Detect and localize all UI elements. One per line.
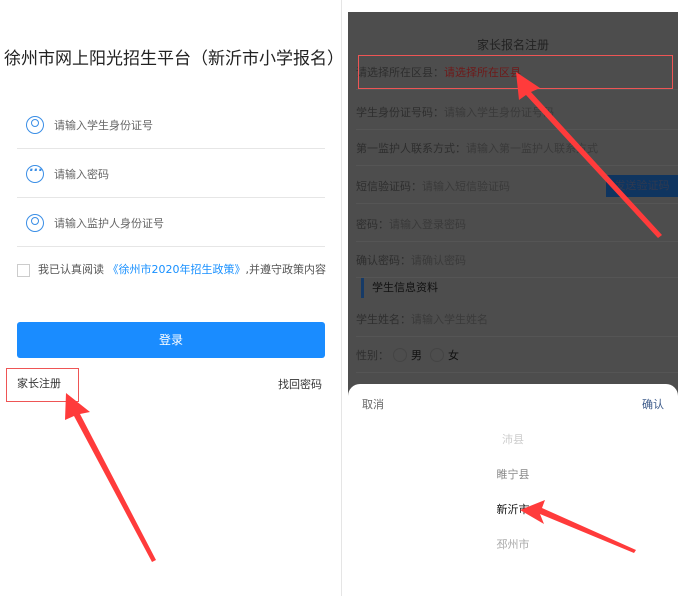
- confirm-password-field[interactable]: 确认密码： 请确认密码: [356, 242, 678, 278]
- policy-link[interactable]: 《徐州市2020年招生政策》: [108, 263, 246, 276]
- register-title: 家长报名注册: [476, 38, 549, 52]
- highlight-box: [358, 55, 673, 89]
- picker-option[interactable]: 睢宁县: [348, 466, 678, 482]
- picker-confirm-button[interactable]: 确认: [642, 396, 664, 412]
- student-id-field[interactable]: 学生身份证号码： 请输入学生身份证号码: [356, 94, 678, 130]
- female-radio[interactable]: [430, 347, 444, 362]
- gender-field: 性别：男女: [356, 337, 678, 373]
- district-picker: 取消 确认 沛县 睢宁县 新沂市 邳州市: [348, 384, 678, 596]
- section-heading: 学生信息资料: [361, 278, 438, 298]
- guardian-phone-field[interactable]: 第一监护人联系方式： 请输入第一监护人联系方式: [356, 130, 678, 166]
- password-input[interactable]: 请输入密码: [17, 150, 325, 198]
- page-title: 徐州市网上阳光招生平台（新沂市小学报名）: [4, 49, 344, 69]
- send-code-button[interactable]: 发送验证码: [606, 175, 678, 197]
- register-panel: 家长报名注册 请选择所在区县： 请选择所在区县 学生身份证号码： 请输入学生身份证号…: [348, 12, 678, 596]
- user-icon: [26, 213, 44, 232]
- login-button[interactable]: 登录: [17, 322, 325, 358]
- male-radio[interactable]: [393, 347, 407, 362]
- guardian-id-input[interactable]: 请输入监护人身份证号: [17, 199, 325, 247]
- password-field[interactable]: 密码： 请输入登录密码: [356, 206, 678, 242]
- parent-register-link[interactable]: 家长注册: [6, 368, 79, 402]
- student-name-field[interactable]: 学生姓名： 请输入学生姓名: [356, 301, 678, 337]
- picker-option[interactable]: 沛县: [348, 431, 678, 447]
- picker-option-selected[interactable]: 新沂市: [348, 501, 678, 517]
- forgot-password-link[interactable]: 找回密码: [278, 376, 322, 392]
- agreement: 我已认真阅读 《徐州市2020年招生政策》,并遵守政策内容: [17, 262, 327, 278]
- picker-cancel-button[interactable]: 取消: [362, 396, 384, 412]
- user-icon: [26, 115, 44, 134]
- picker-option[interactable]: 邳州市: [348, 536, 678, 552]
- login-panel: 徐州市网上阳光招生平台（新沂市小学报名） 请输入学生身份证号 请输入密码 请输入…: [0, 0, 344, 596]
- student-id-input[interactable]: 请输入学生身份证号: [17, 101, 325, 149]
- password-icon: [26, 163, 44, 183]
- agree-checkbox[interactable]: [17, 264, 30, 277]
